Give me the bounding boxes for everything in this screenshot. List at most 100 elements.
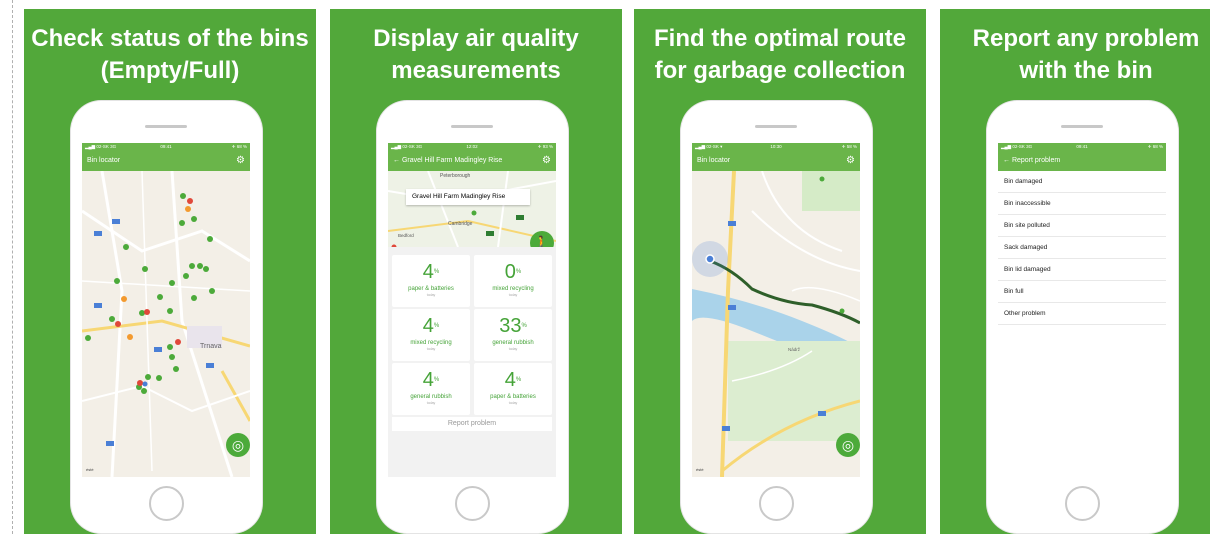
phone-frame: ▂▄▆ 02-SK 3G 09:41 ✈ 68 % ← Report probl… [987, 101, 1178, 533]
measurement-value: 4 [422, 315, 434, 337]
list-item[interactable]: Bin site polluted [998, 215, 1166, 237]
panel-bin-status: Check status of the bins (Empty/Full) ▂▄… [24, 9, 316, 534]
map-label-peterborough: Peterborough [440, 173, 471, 179]
battery-icon: ✈ 93 % [537, 144, 553, 149]
status-time: 09:41 [1076, 144, 1088, 149]
app-bar: Bin locator ⚙ [692, 151, 860, 171]
battery-icon: ✈ 68 % [1147, 144, 1163, 149]
dashed-guide-line [12, 0, 13, 534]
panel-optimal-route: Find the optimal route for garbage colle… [634, 9, 926, 534]
app-bar: ← Report problem [998, 151, 1166, 171]
measurement-label: mixed recycling [410, 340, 452, 346]
phone-speaker [1061, 125, 1103, 128]
panel-heading: Find the optimal route for garbage colle… [654, 25, 906, 84]
bin-map[interactable]: Trnava ésté ◎ [82, 170, 250, 477]
measurement-subtext: today [508, 401, 518, 405]
measurement-subtext: today [508, 293, 518, 297]
list-item[interactable]: Sack damaged [998, 237, 1166, 259]
gear-icon[interactable]: ⚙ [542, 151, 551, 171]
map-corner-label: ésté [696, 467, 704, 472]
measurement-value: 4 [422, 261, 434, 283]
phone-frame: ▂▄▆ 02-SK 3G 12:02 ✈ 93 % ← Gravel Hill … [377, 101, 568, 533]
location-search-box[interactable]: Gravel Hill Farm Madingley Rise [406, 189, 530, 205]
status-bar: ▂▄▆ 02-SK 3G 12:02 ✈ 93 % [388, 143, 556, 151]
measurement-card[interactable]: 4% paper & batteries today [474, 363, 552, 415]
map-corner-label: ésté [86, 467, 94, 472]
app-bar: Bin locator ⚙ [82, 151, 250, 171]
panel-heading: Report any problem with the bin [972, 25, 1200, 84]
phone-speaker [755, 125, 797, 128]
list-item[interactable]: Other problem [998, 303, 1166, 325]
home-button[interactable] [149, 486, 184, 521]
measurement-card[interactable]: 33% general rubbish today [474, 309, 552, 361]
list-item[interactable]: Bin inaccessible [998, 193, 1166, 215]
status-bar: ▂▄▆ 02-SK ▾ 10:30 ✈ 58 % [692, 143, 860, 151]
measurement-card[interactable]: 4% general rubbish today [392, 363, 470, 415]
list-item[interactable]: Bin damaged [998, 171, 1166, 193]
map-graphic [692, 170, 860, 477]
panel-report-problem: Report any problem with the bin ▂▄▆ 02-S… [940, 9, 1210, 534]
measurement-unit: % [433, 269, 440, 275]
route-map[interactable]: Nádrž ésté ◎ [692, 170, 860, 477]
home-button[interactable] [455, 486, 490, 521]
list-item[interactable]: Bin full [998, 281, 1166, 303]
measurement-unit: % [433, 377, 440, 383]
measurement-label: paper & batteries [490, 394, 536, 400]
map-area-label: Nádrž [788, 347, 801, 352]
measurement-subtext: today [508, 347, 518, 351]
measurement-value: 0 [504, 261, 516, 283]
panel-air-quality: Display air quality measurements ▂▄▆ 02-… [330, 9, 622, 534]
battery-icon: ✈ 58 % [841, 144, 857, 149]
measurement-unit: % [515, 377, 522, 383]
app-store-screenshots: Check status of the bins (Empty/Full) ▂▄… [0, 0, 1210, 534]
measurement-label: general rubbish [410, 394, 452, 400]
map-label-bedford: Bedford [398, 233, 414, 238]
problem-list: Bin damaged Bin inaccessible Bin site po… [998, 171, 1166, 477]
battery-icon: ✈ 68 % [231, 144, 247, 149]
phone-speaker [145, 125, 187, 128]
measurement-subtext: today [426, 401, 436, 405]
panel-heading: Check status of the bins (Empty/Full) [31, 25, 309, 84]
phone-screen: ▂▄▆ 02-SK 3G 09:41 ✈ 68 % Bin locator ⚙ [82, 143, 250, 477]
measurement-unit: % [433, 323, 440, 329]
measurement-card[interactable]: 4% paper & batteries today [392, 255, 470, 307]
locate-icon[interactable]: ◎ [836, 433, 860, 457]
list-item[interactable]: Bin lid damaged [998, 259, 1166, 281]
app-bar-title: Bin locator [697, 157, 731, 164]
locate-icon[interactable]: ◎ [226, 433, 250, 457]
status-time: 10:30 [770, 144, 782, 149]
phone-frame: ▂▄▆ 02-SK ▾ 10:30 ✈ 58 % Bin locator ⚙ N… [681, 101, 872, 533]
status-bar: ▂▄▆ 02-SK 3G 09:41 ✈ 68 % [998, 143, 1166, 151]
map-town-label: Trnava [200, 343, 222, 350]
measurement-card[interactable]: 0% mixed recycling today [474, 255, 552, 307]
phone-screen: ▂▄▆ 02-SK 3G 09:41 ✈ 68 % ← Report probl… [998, 143, 1166, 477]
status-time: 09:41 [160, 144, 172, 149]
gear-icon[interactable]: ⚙ [236, 151, 245, 171]
status-bar: ▂▄▆ 02-SK 3G 09:41 ✈ 68 % [82, 143, 250, 151]
measurement-label: mixed recycling [492, 286, 534, 292]
panel-heading: Display air quality measurements [373, 25, 579, 84]
measurement-card[interactable]: 4% mixed recycling today [392, 309, 470, 361]
home-button[interactable] [1065, 486, 1100, 521]
measurement-value: 4 [504, 369, 516, 391]
measurement-value: 4 [422, 369, 434, 391]
location-map[interactable]: Peterborough Cambridge Bedford Gravel Hi… [388, 170, 556, 255]
report-problem-button[interactable]: Report problem [392, 417, 552, 431]
phone-frame: ▂▄▆ 02-SK 3G 09:41 ✈ 68 % Bin locator ⚙ [71, 101, 262, 533]
measurement-grid: 4% paper & batteries today 0% mixed recy… [388, 247, 556, 477]
phone-screen: ▂▄▆ 02-SK 3G 12:02 ✈ 93 % ← Gravel Hill … [388, 143, 556, 477]
app-bar: ← Gravel Hill Farm Madingley Rise ⚙ [388, 151, 556, 171]
gear-icon[interactable]: ⚙ [846, 151, 855, 171]
back-arrow-icon[interactable]: ← Report problem [1003, 157, 1060, 164]
map-label-cambridge: Cambridge [448, 221, 473, 227]
measurement-unit: % [521, 323, 527, 329]
home-button[interactable] [759, 486, 794, 521]
measurement-unit: % [515, 269, 522, 275]
status-time: 12:02 [466, 144, 478, 149]
phone-screen: ▂▄▆ 02-SK ▾ 10:30 ✈ 58 % Bin locator ⚙ N… [692, 143, 860, 477]
map-graphic [82, 170, 250, 477]
measurement-label: general rubbish [492, 340, 534, 346]
measurement-subtext: today [426, 293, 436, 297]
app-bar-title[interactable]: ← Gravel Hill Farm Madingley Rise [393, 157, 502, 164]
measurement-subtext: today [426, 347, 436, 351]
